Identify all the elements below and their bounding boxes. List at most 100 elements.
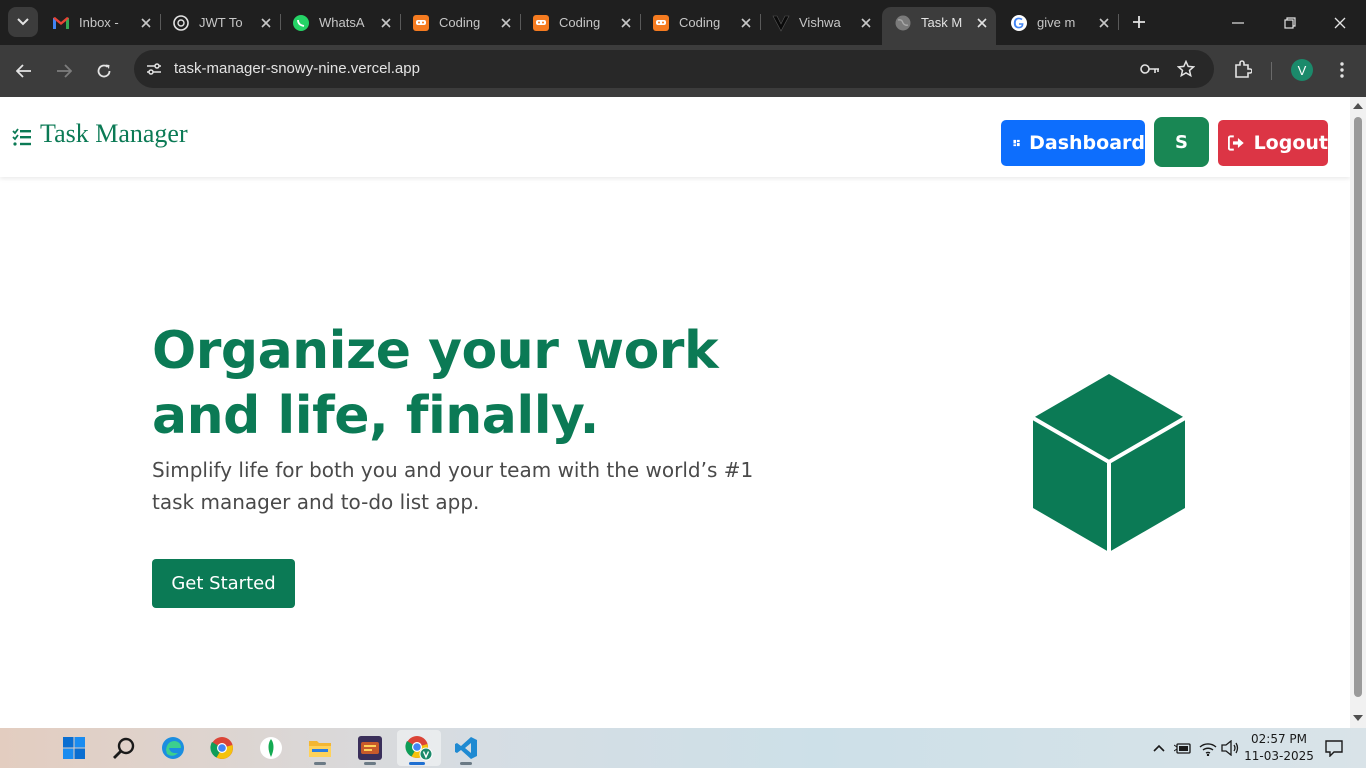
tab-vishwa[interactable]: Vishwa <box>760 8 880 37</box>
tab-separator <box>1118 14 1119 30</box>
tab-google[interactable]: give m <box>998 8 1118 37</box>
logout-icon <box>1228 135 1244 151</box>
windows-start-button[interactable] <box>54 730 94 766</box>
windows-start-icon <box>63 737 85 759</box>
new-tab-button[interactable] <box>1126 9 1152 35</box>
logout-label: Logout <box>1253 132 1328 154</box>
taskbar-chrome[interactable] <box>202 730 242 766</box>
tab-title: Inbox - <box>79 15 119 30</box>
tab-coding-3[interactable]: Coding <box>640 8 760 37</box>
file-explorer-icon <box>309 741 331 757</box>
dashboard-button[interactable]: Dashboard <box>1001 120 1145 166</box>
kebab-menu-icon[interactable] <box>1328 56 1356 84</box>
dashboard-label: Dashboard <box>1029 132 1145 154</box>
close-icon[interactable] <box>1094 13 1114 33</box>
forward-button[interactable] <box>48 55 80 87</box>
close-icon[interactable] <box>616 13 636 33</box>
coding-ninjas-icon <box>652 14 670 32</box>
wifi-icon[interactable] <box>1199 739 1217 757</box>
battery-icon[interactable] <box>1174 739 1192 757</box>
taskbar-vscode[interactable] <box>446 730 486 766</box>
close-icon[interactable] <box>972 13 992 33</box>
taskbar-file-explorer[interactable] <box>300 730 340 766</box>
bookmark-star-icon[interactable] <box>1176 59 1196 79</box>
address-bar[interactable]: task-manager-snowy-nine.vercel.app <box>134 50 1214 88</box>
minimize-button[interactable] <box>1212 0 1264 45</box>
gmail-icon <box>52 14 70 32</box>
whatsapp-icon <box>292 14 310 32</box>
system-clock[interactable]: 02:57 PM 11-03-2025 <box>1244 731 1314 765</box>
brand-link[interactable]: Task Manager <box>12 119 188 149</box>
tab-title: give m <box>1037 15 1076 30</box>
tab-coding-2[interactable]: Coding <box>520 8 640 37</box>
scroll-down-arrow-icon[interactable] <box>1353 713 1363 723</box>
site-info-button[interactable] <box>140 55 168 83</box>
plus-icon <box>1133 16 1145 28</box>
tune-icon <box>147 63 161 75</box>
reload-button[interactable] <box>88 55 120 87</box>
openai-icon <box>172 14 190 32</box>
coding-ninjas-icon <box>532 14 550 32</box>
taskbar-edge[interactable] <box>153 730 193 766</box>
taskbar-mongodb[interactable] <box>251 730 291 766</box>
arrow-right-icon <box>57 64 72 78</box>
tab-gmail[interactable]: Inbox - <box>40 8 160 37</box>
close-icon[interactable] <box>376 13 396 33</box>
tab-coding-1[interactable]: Coding <box>400 8 520 37</box>
tab-task-manager[interactable]: Task M <box>882 7 996 45</box>
taskbar-chrome-profile[interactable] <box>397 730 441 766</box>
scroll-up-arrow-icon[interactable] <box>1353 101 1363 111</box>
volume-icon[interactable] <box>1221 739 1239 757</box>
close-icon[interactable] <box>856 13 876 33</box>
close-icon[interactable] <box>496 13 516 33</box>
password-key-icon[interactable] <box>1140 59 1160 79</box>
scrollbar-thumb[interactable] <box>1354 117 1362 697</box>
profile-avatar[interactable]: V <box>1291 59 1313 81</box>
notifications-icon[interactable] <box>1324 738 1344 758</box>
hero-subtitle: Simplify life for both you and your team… <box>152 458 754 514</box>
chevron-up-icon[interactable] <box>1150 739 1168 757</box>
minimize-icon <box>1232 21 1244 24</box>
vercel-v-icon <box>772 14 790 32</box>
close-icon <box>1334 17 1346 28</box>
back-button[interactable] <box>8 55 40 87</box>
game-icon <box>358 736 382 760</box>
logout-button[interactable]: Logout <box>1218 120 1328 166</box>
extensions-puzzle-icon[interactable] <box>1229 55 1257 83</box>
edge-icon <box>162 737 184 759</box>
coding-ninjas-icon <box>412 14 430 32</box>
globe-icon <box>894 14 912 32</box>
reload-icon <box>97 64 111 78</box>
tab-whatsapp[interactable]: WhatsA <box>280 8 400 37</box>
clock-time: 02:57 PM <box>1251 732 1307 746</box>
close-icon[interactable] <box>136 13 156 33</box>
toolbar-divider <box>1271 62 1272 80</box>
taskbar-game[interactable] <box>350 730 390 766</box>
taskbar-search-button[interactable] <box>104 730 144 766</box>
tab-title: Coding <box>679 15 721 30</box>
task-list-icon <box>12 127 31 146</box>
tab-title: WhatsA <box>319 15 365 30</box>
hero-title: Organize your work and life, finally. <box>152 321 719 446</box>
google-icon <box>1010 14 1028 32</box>
tab-title: JWT To <box>199 15 243 30</box>
close-window-button[interactable] <box>1314 0 1366 45</box>
page-scrollbar[interactable] <box>1350 97 1366 728</box>
cube-icon <box>1031 374 1187 552</box>
close-icon[interactable] <box>256 13 276 33</box>
tab-title: Vishwa <box>799 15 841 30</box>
browser-toolbar: task-manager-snowy-nine.vercel.app V <box>0 45 1366 97</box>
tab-search-button[interactable] <box>8 7 38 37</box>
restore-button[interactable] <box>1264 0 1316 45</box>
user-avatar-button[interactable]: S <box>1154 117 1209 167</box>
get-started-button[interactable]: Get Started <box>152 559 295 608</box>
brand-name: Task Manager <box>40 119 188 148</box>
tab-title: Coding <box>559 15 601 30</box>
clock-date: 11-03-2025 <box>1244 749 1314 763</box>
tab-jwt[interactable]: JWT To <box>160 8 280 37</box>
chevron-down-icon <box>17 18 29 26</box>
app-navbar: Task Manager Dashboard S Logout <box>0 97 1350 177</box>
close-icon[interactable] <box>736 13 756 33</box>
dashboard-icon <box>1013 139 1020 147</box>
url-text[interactable]: task-manager-snowy-nine.vercel.app <box>174 60 420 77</box>
